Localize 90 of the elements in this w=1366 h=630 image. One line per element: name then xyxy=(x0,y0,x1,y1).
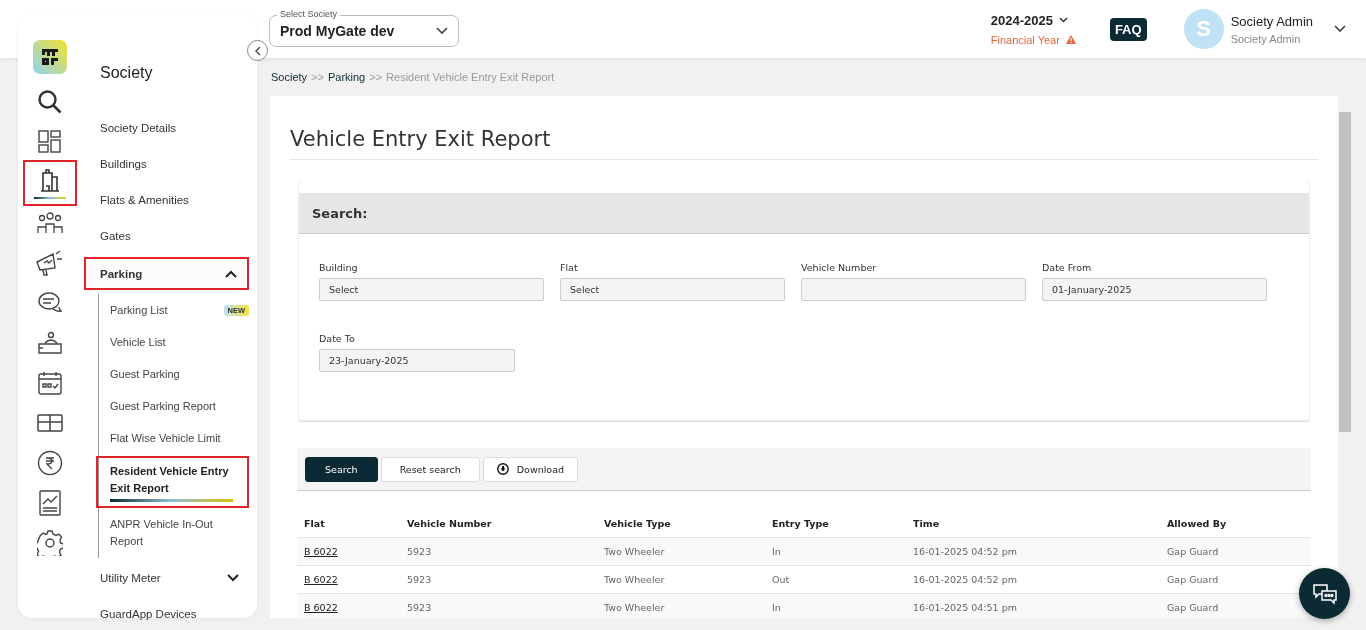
table-cell: 5923 xyxy=(407,546,432,557)
table-cell: Two Wheeler xyxy=(604,602,665,613)
table-cell: 16-01-2025 04:52 pm xyxy=(913,574,1017,585)
scrollbar-thumb[interactable] xyxy=(1339,112,1351,432)
sidebar-item[interactable]: Gates xyxy=(100,218,249,254)
field-label: Date To xyxy=(319,333,356,344)
financial-year-value[interactable]: 2024-2025 xyxy=(990,12,1053,28)
input-field[interactable]: Select xyxy=(319,278,544,301)
column-header: Entry Type xyxy=(765,505,906,538)
active-underline xyxy=(33,196,66,199)
sidebar-title: Society xyxy=(100,64,154,82)
sidebar-group[interactable]: Utility Meter xyxy=(92,560,249,596)
sidebar-subitem[interactable]: ANPR Vehicle In-Out Report xyxy=(110,510,249,558)
table-cell: In xyxy=(772,546,781,557)
column-header: Vehicle Number xyxy=(400,505,597,538)
sidebar-subitem[interactable]: Guest Parking xyxy=(110,358,249,390)
chevron-icon xyxy=(225,269,237,278)
search-icon[interactable] xyxy=(36,89,63,115)
field-label: Date From xyxy=(1042,262,1093,273)
logo-icon[interactable] xyxy=(32,40,67,74)
sidebar-item[interactable]: Society Details xyxy=(100,110,249,146)
input-field[interactable] xyxy=(801,278,1026,301)
grid-box-icon[interactable] xyxy=(36,414,63,432)
calendar-icon[interactable] xyxy=(37,371,62,395)
sidebar-item[interactable]: Flats & Amenities xyxy=(100,182,249,218)
breadcrumb-item: Resident Vehicle Entry Exit Report xyxy=(386,71,555,83)
column-header: Flat xyxy=(297,505,400,538)
table-cell: Gap Guard xyxy=(1167,574,1219,585)
society-select-label: Select Society xyxy=(277,9,341,20)
sidebar-subitem[interactable]: Vehicle List xyxy=(110,326,249,358)
society-select-value: Prod MyGate dev xyxy=(280,23,396,39)
sidebar-group[interactable]: Parking xyxy=(84,257,249,290)
input-field[interactable]: 23-January-2025 xyxy=(319,349,515,372)
table-cell: 5923 xyxy=(407,574,432,585)
search-header: Search: xyxy=(299,193,1309,234)
flat-link[interactable]: B 6022 xyxy=(304,602,338,613)
sidebar-item[interactable]: GuardApp Devices xyxy=(100,596,249,630)
breadcrumb-separator: >> xyxy=(369,71,383,83)
table-cell: Out xyxy=(772,574,790,585)
reception-desk-icon[interactable] xyxy=(36,331,63,355)
chat-icon[interactable] xyxy=(36,291,63,315)
sidebar-item[interactable]: Buildings xyxy=(100,146,249,182)
table-cell: 16-01-2025 04:51 pm xyxy=(913,602,1017,613)
nav-rail-item[interactable] xyxy=(22,160,77,206)
dashboard-icon[interactable] xyxy=(37,130,62,154)
breadcrumb-item[interactable]: Parking xyxy=(327,71,366,83)
table-cell: In xyxy=(772,602,781,613)
breadcrumb-separator: >> xyxy=(311,71,324,83)
user-name: Society Admin xyxy=(1230,13,1313,29)
chat-bubbles-icon xyxy=(1311,581,1338,606)
sidebar-subitem[interactable]: Flat Wise Vehicle Limit xyxy=(110,422,249,454)
breadcrumb-item[interactable]: Society xyxy=(271,71,308,83)
sidebar-subitem[interactable]: Resident Vehicle Entry Exit Report xyxy=(96,456,249,508)
flat-link[interactable]: B 6022 xyxy=(304,546,338,557)
table-cell: 5923 xyxy=(407,602,432,613)
people-icon[interactable] xyxy=(36,212,63,234)
search-button[interactable]: Search xyxy=(305,456,378,482)
flat-link[interactable]: B 6022 xyxy=(304,574,338,585)
download-button[interactable]: Download xyxy=(482,456,578,482)
chevron-down-icon xyxy=(436,27,448,35)
chevron-icon xyxy=(227,574,239,582)
field-label: Vehicle Number xyxy=(801,262,878,273)
chart-report-icon[interactable] xyxy=(38,490,61,516)
page-title: Vehicle Entry Exit Report xyxy=(290,96,1318,160)
download-icon xyxy=(496,463,509,475)
chevron-left-icon xyxy=(253,45,262,56)
sidebar-subitem[interactable]: Guest Parking Report xyxy=(110,390,249,422)
financial-year-label: Financial Year xyxy=(990,33,1060,46)
chevron-down-icon[interactable] xyxy=(1058,17,1068,23)
megaphone-icon[interactable] xyxy=(34,250,65,276)
reset-button[interactable]: Reset search xyxy=(380,456,480,482)
table-cell: Two Wheeler xyxy=(604,546,665,557)
input-field[interactable]: 01-January-2025 xyxy=(1042,278,1267,301)
field-label: Building xyxy=(319,262,359,273)
column-header: Time xyxy=(906,505,1160,538)
table-cell: 16-01-2025 04:52 pm xyxy=(913,546,1017,557)
input-field[interactable]: Select xyxy=(560,278,785,301)
table-cell: Gap Guard xyxy=(1167,546,1219,557)
rupee-icon[interactable] xyxy=(36,450,63,476)
field-label: Flat xyxy=(560,262,579,273)
column-header: Allowed By xyxy=(1160,505,1311,538)
building-icon[interactable] xyxy=(39,167,60,192)
settings-icon[interactable] xyxy=(36,530,63,556)
chevron-down-icon[interactable] xyxy=(1334,25,1346,33)
table-cell: Gap Guard xyxy=(1167,602,1219,613)
faq-button[interactable]: FAQ xyxy=(1109,17,1147,41)
column-header: Vehicle Type xyxy=(597,505,765,538)
table-cell: Two Wheeler xyxy=(604,574,665,585)
warning-icon xyxy=(1065,35,1076,44)
user-role: Society Admin xyxy=(1230,32,1302,45)
